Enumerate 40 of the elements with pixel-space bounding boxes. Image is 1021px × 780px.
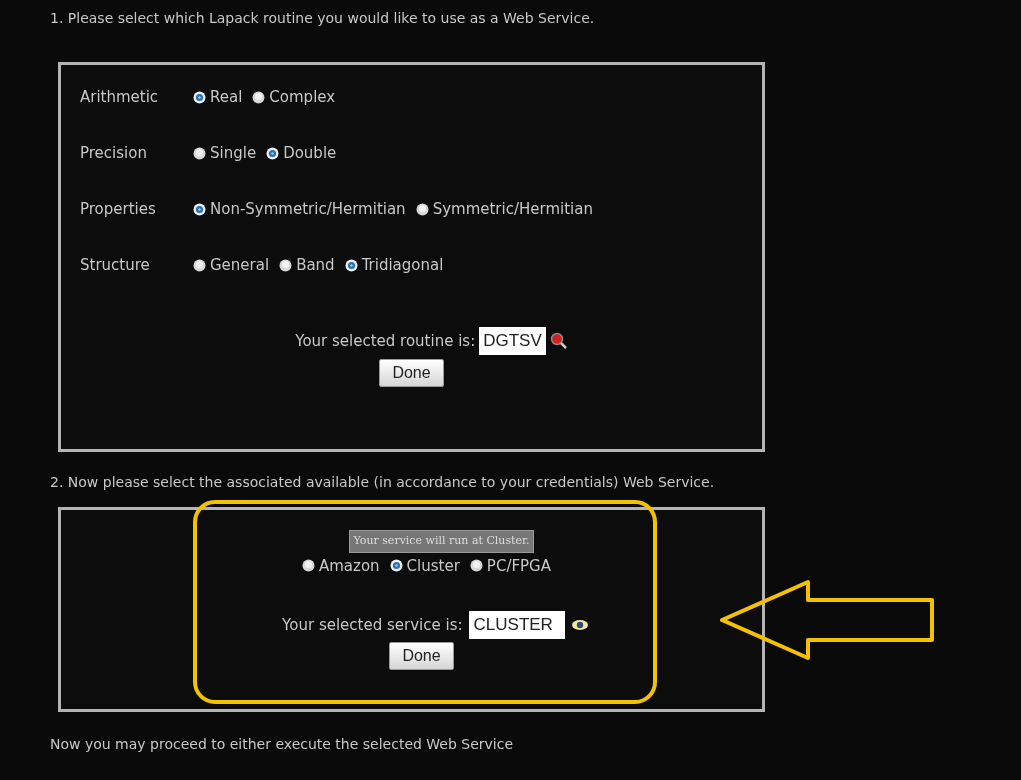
radio-button[interactable] [193,202,206,216]
done-button[interactable]: Done [379,358,444,387]
option-label[interactable]: Real [210,85,243,109]
radio-button[interactable] [389,559,403,573]
radio-button[interactable] [344,258,358,272]
instruction-text: 1. Please select which Lapack routine you would like to use as a Web Service. [50,9,596,28]
option-label[interactable]: Single [210,141,257,165]
done-button[interactable]: Done [389,641,454,670]
option-label[interactable]: Symmetric/Hermitian [432,197,593,221]
routine-field[interactable]: DGTSV [479,327,546,355]
option-label[interactable]: PC/FPGA [486,554,551,577]
result-label: Your selected service is: [282,614,463,636]
option-label[interactable]: Complex [269,85,336,109]
option-label[interactable]: General [210,253,270,277]
radio-button[interactable] [415,202,429,216]
group-label: Structure [80,254,151,276]
radio-button[interactable] [193,258,206,272]
option-label[interactable]: Non-Symmetric/Hermitian [210,197,406,221]
group-label: Precision [80,142,148,164]
radio-button[interactable] [193,90,206,104]
radio-button[interactable] [302,559,315,573]
result-label: Your selected routine is: [295,330,476,352]
option-label[interactable]: Cluster [406,554,460,577]
instruction-text: 2. Now please select the associated available (in accordance to your credentials) Web Service. [50,473,716,492]
option-label[interactable]: Double [283,141,337,165]
radio-button[interactable] [193,146,206,160]
radio-button[interactable] [279,258,293,272]
radio-button[interactable] [266,146,280,160]
search-icon[interactable] [549,331,568,350]
tooltip: Your service will run at Cluster. [349,530,534,553]
service-field[interactable]: CLUSTER [468,611,565,639]
group-label: Arithmetic [80,86,160,108]
option-label[interactable]: Band [296,253,335,277]
footer-text: Now you may proceed to either execute the selected Web Service [50,735,515,754]
radio-button[interactable] [469,559,483,573]
radio-button[interactable] [252,90,266,104]
option-label[interactable]: Tridiagonal [361,253,444,277]
option-label[interactable]: Amazon [319,554,380,577]
group-label: Properties [80,198,157,220]
eye-icon[interactable] [570,618,589,631]
